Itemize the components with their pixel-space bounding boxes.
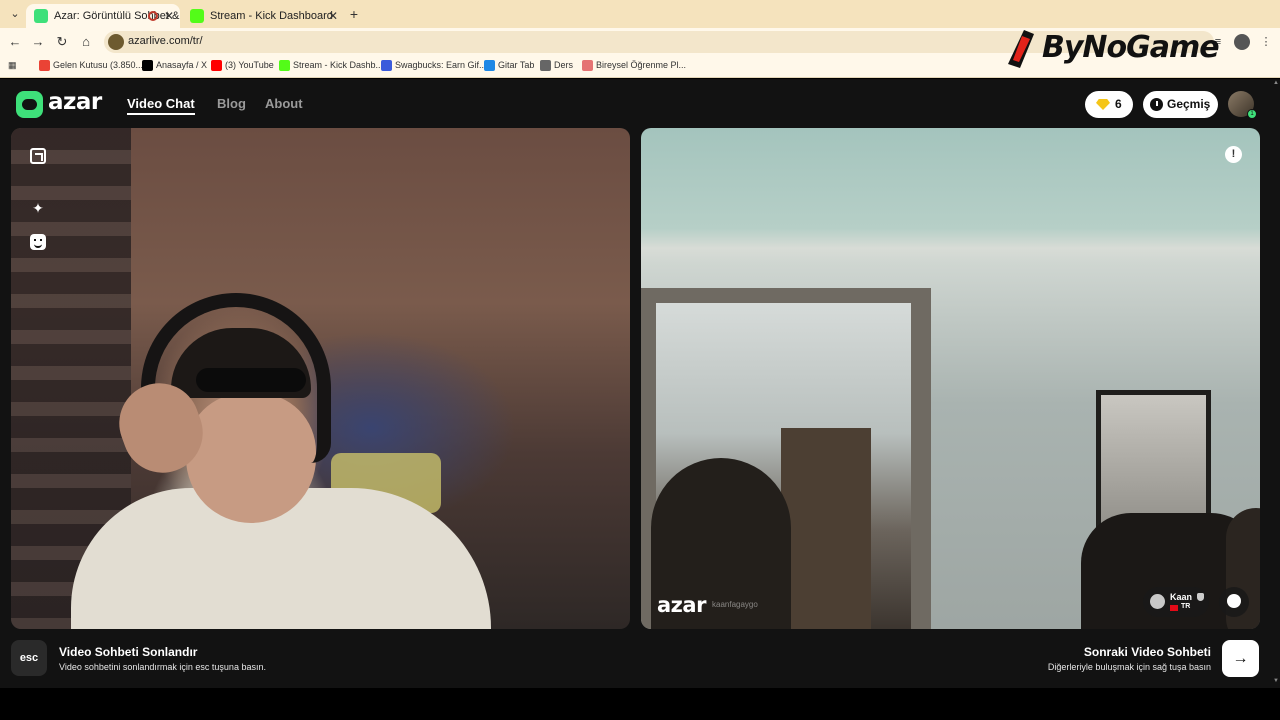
tab-search-chevron-icon[interactable]: ⌄ [6,5,24,23]
local-video [11,128,630,629]
x-icon [142,60,153,71]
remote-video: ! azar kaanfagaygo Kaan TR [641,128,1260,629]
next-chat-title: Sonraki Video Sohbeti [1083,645,1211,659]
kick-icon [279,60,290,71]
browser-tabbar: ⌄ Azar: Görüntülü Sohbet & Y ✕ Stream - … [0,0,1280,28]
sparkle-effects-icon[interactable]: ✦ [30,200,46,216]
peer-info-card[interactable]: Kaan TR [1143,587,1209,617]
bookmark-kick[interactable]: Stream - Kick Dashb... [279,60,384,71]
page-footer-area [0,688,1280,720]
youtube-icon [211,60,222,71]
peer-country: TR [1181,603,1191,610]
ders-icon [540,60,551,71]
url-text[interactable]: azarlive.com/tr/ [128,35,203,47]
bookmark-label: Swagbucks: Earn Gif... [395,60,487,70]
bookmark-label: Anasayfa / X [156,60,208,70]
tab-azar-title: Azar: Görüntülü Sohbet & Y [54,10,180,22]
peer-name: Kaan [1170,592,1193,602]
bookmark-label: Stream - Kick Dashb... [293,60,384,70]
gems-button[interactable]: 6 [1085,91,1133,118]
report-button[interactable]: ! [1225,146,1242,163]
azar-logo[interactable]: azar [16,89,126,119]
gmail-icon [39,60,50,71]
video-watermark-user: kaanfagaygo [712,600,758,609]
recording-indicator-icon [148,11,158,21]
gem-icon [1096,99,1110,110]
bookmark-label: Gelen Kutusu (3.850... [53,60,144,70]
back-arrow-icon[interactable]: ← [6,33,24,51]
apps-grid-icon[interactable]: ▦ [8,60,17,71]
video-watermark-logo: azar [657,593,706,617]
tab-kick[interactable]: Stream - Kick Dashboard ✕ [182,4,344,28]
browser-menu-icon[interactable]: ⋮ [1258,34,1274,50]
bookmark-label: Ders [554,60,574,70]
bookmark-bireysel[interactable]: Bireysel Öğrenme Pl... [582,60,687,71]
close-tab-icon[interactable]: ✕ [164,4,174,28]
bookmark-gitar-tab[interactable]: Gitar Tab [484,60,535,71]
expand-icon[interactable] [30,148,46,164]
history-button[interactable]: Geçmiş [1143,91,1218,118]
bookmark-gmail[interactable]: Gelen Kutusu (3.850... [39,60,144,71]
forward-arrow-icon[interactable]: → [29,33,47,51]
bynogame-logo-icon [1008,30,1034,68]
avatar-badge: 1 [1247,109,1257,119]
verified-shield-icon [1197,593,1204,601]
face-filter-icon[interactable] [30,234,46,250]
next-chat-subtitle: Diğerleriyle buluşmak için sağ tuşa bası… [1047,662,1211,672]
nav-about[interactable]: About [265,96,303,111]
scroll-up-icon[interactable]: ▲ [1273,80,1279,86]
esc-key-button[interactable]: esc [11,640,47,676]
kick-favicon-icon [190,9,204,23]
end-chat-title: Video Sohbeti Sonlandır [59,645,198,659]
turkey-flag-icon [1170,605,1178,611]
azar-favicon-icon [34,9,48,23]
app-header: azar Video Chat Blog About 6 Geçmiş 1 [0,79,1280,129]
bookmark-swagbucks[interactable]: Swagbucks: Earn Gif... [381,60,487,71]
bookmark-youtube[interactable]: (3) YouTube [211,60,274,71]
bookmark-label: Bireysel Öğrenme Pl... [596,60,687,70]
reload-icon[interactable]: ↻ [53,33,71,51]
bynogame-watermark: ByNoGame [1004,26,1234,72]
scroll-down-icon[interactable]: ▼ [1273,678,1279,684]
swagbucks-icon [381,60,392,71]
video-side-tools: ✦ [11,128,65,278]
nav-video-chat[interactable]: Video Chat [127,96,195,115]
azar-logo-text: azar [48,89,102,115]
user-avatar[interactable]: 1 [1228,91,1257,119]
azar-app: azar Video Chat Blog About 6 Geçmiş 1 ✦ [0,79,1280,720]
clock-icon [1150,98,1163,111]
history-label: Geçmiş [1167,97,1211,111]
close-tab-icon[interactable]: ✕ [328,4,338,28]
bookmark-ders[interactable]: Ders [540,60,574,71]
page-scrollbar[interactable] [1272,79,1280,690]
hallway-door [781,428,871,629]
bookmark-x[interactable]: Anasayfa / X [142,60,208,71]
tab-kick-title: Stream - Kick Dashboard [210,10,333,22]
bookmark-label: Gitar Tab [498,60,535,70]
gem-count: 6 [1115,97,1122,111]
bookmark-label: (3) YouTube [225,60,274,70]
gitar-tab-icon [484,60,495,71]
new-tab-button[interactable]: + [346,6,362,22]
nav-blog[interactable]: Blog [217,96,246,111]
azar-logo-icon [16,91,43,118]
profile-avatar-icon[interactable] [1234,34,1250,50]
chat-bubble-icon[interactable] [1219,587,1249,617]
peer-avatar-icon [1150,594,1165,609]
tab-azar[interactable]: Azar: Görüntülü Sohbet & Y ✕ [26,4,180,28]
bireysel-icon [582,60,593,71]
home-icon[interactable]: ⌂ [77,33,95,51]
end-chat-subtitle: Video sohbetini sonlandırmak için esc tu… [59,662,266,672]
site-info-icon[interactable] [108,34,124,50]
watermark-text: ByNoGame [1042,30,1220,65]
